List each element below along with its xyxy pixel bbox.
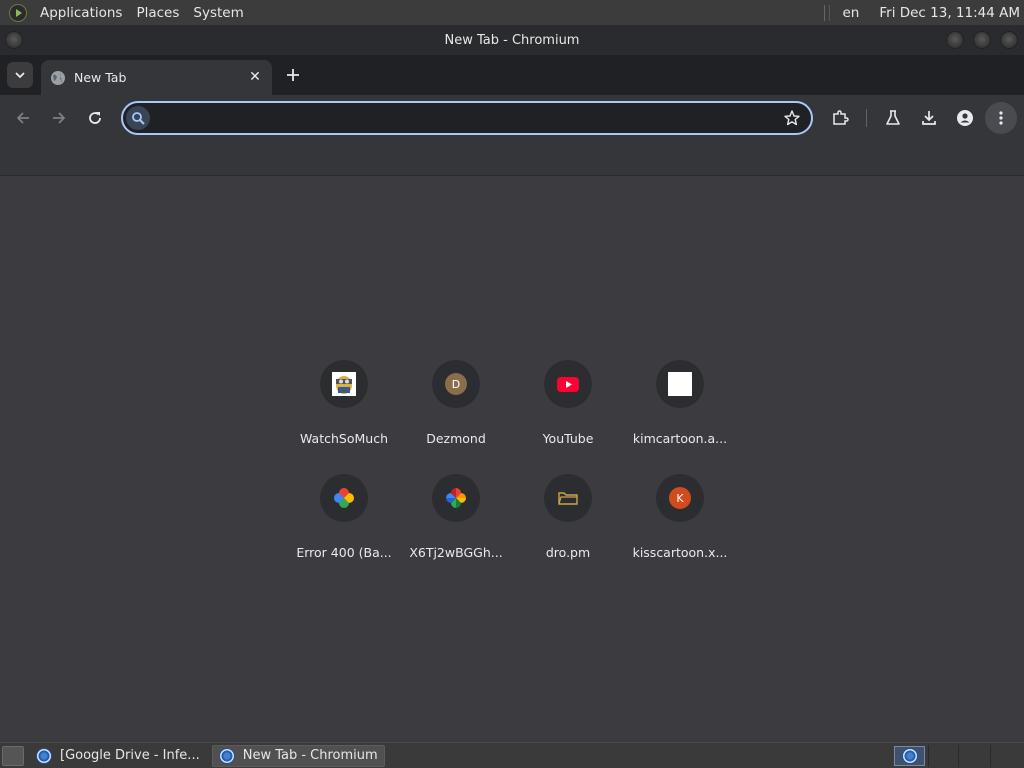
- tab-new-tab[interactable]: New Tab ✕: [41, 60, 272, 95]
- shortcut-tile[interactable]: dro.pm: [512, 474, 624, 586]
- shortcut-tile[interactable]: K kisscartoon.x...: [624, 474, 736, 586]
- window-menu-button[interactable]: [5, 31, 23, 49]
- downloads-button[interactable]: [913, 102, 945, 134]
- tray-separator: [928, 745, 929, 767]
- chromium-icon: [901, 748, 918, 764]
- download-icon: [922, 111, 936, 125]
- reload-icon: [89, 112, 101, 124]
- minimize-button[interactable]: [946, 31, 964, 49]
- workspace-switcher[interactable]: [894, 746, 925, 766]
- google-photos-icon: [334, 488, 354, 508]
- taskbar-item-label: [Google Drive - Infe...: [60, 748, 200, 763]
- show-desktop-button[interactable]: [2, 745, 24, 766]
- toolbar-divider: [866, 109, 867, 127]
- shortcut-tile[interactable]: D Dezmond: [400, 360, 512, 472]
- shortcut-label: Dezmond: [426, 431, 486, 446]
- labs-button[interactable]: [877, 102, 909, 134]
- taskbar-item-google-drive[interactable]: [Google Drive - Infe...: [30, 745, 206, 767]
- shortcut-tile[interactable]: WatchSoMuch: [288, 360, 400, 472]
- shortcut-tile[interactable]: Error 400 (Ba...: [288, 474, 400, 586]
- plus-icon: [287, 69, 299, 81]
- tray-separator: [990, 745, 991, 767]
- window-titlebar[interactable]: New Tab - Chromium: [0, 25, 1024, 55]
- forward-button[interactable]: [43, 102, 75, 134]
- menu-applications[interactable]: Applications: [33, 0, 129, 25]
- white-square-icon: [668, 372, 692, 396]
- letter-k-icon: K: [669, 487, 691, 509]
- close-tab-icon[interactable]: ✕: [247, 69, 263, 85]
- back-button[interactable]: [7, 102, 39, 134]
- shortcut-icon-circle: D: [432, 360, 480, 408]
- watchsomuch-icon: [332, 372, 356, 396]
- shortcut-icon-circle: [656, 360, 704, 408]
- profile-icon: [957, 110, 973, 126]
- tab-search-button[interactable]: [7, 62, 33, 88]
- dro-icon: [558, 492, 578, 505]
- youtube-icon: [557, 377, 579, 392]
- labs-flask-icon: [886, 110, 900, 125]
- reload-button[interactable]: [79, 102, 111, 134]
- shortcut-icon-circle: [544, 474, 592, 522]
- shortcut-grid: WatchSoMuch D Dezmond YouTube kimcartoon…: [288, 360, 736, 586]
- menu-places[interactable]: Places: [129, 0, 186, 25]
- tray-separator: [958, 745, 959, 767]
- taskbar-item-label: New Tab - Chromium: [242, 748, 378, 763]
- shortcut-label: X6Tj2wBGGh...: [409, 545, 503, 560]
- extensions-icon: [833, 110, 849, 125]
- shortcut-label: dro.pm: [545, 545, 591, 560]
- search-icon: [126, 106, 150, 130]
- clock[interactable]: Fri Dec 13, 11:44 AM: [879, 5, 1020, 21]
- window-title: New Tab - Chromium: [444, 32, 580, 48]
- shortcut-icon-circle: [320, 474, 368, 522]
- new-tab-button[interactable]: [281, 63, 305, 87]
- shortcut-label: YouTube: [542, 431, 594, 446]
- star-icon[interactable]: [783, 109, 801, 127]
- tab-title: New Tab: [74, 70, 127, 85]
- profile-button[interactable]: [949, 102, 981, 134]
- bookmarks-bar: [0, 141, 1024, 176]
- taskbar-item-new-tab[interactable]: New Tab - Chromium: [211, 744, 385, 767]
- shortcut-tile[interactable]: kimcartoon.a...: [624, 360, 736, 472]
- omnibox[interactable]: [121, 101, 813, 135]
- taskbar: [Google Drive - Infe... New Tab - Chromi…: [0, 742, 1024, 768]
- shortcut-tile[interactable]: YouTube: [512, 360, 624, 472]
- forward-icon: [53, 112, 66, 124]
- menu-system[interactable]: System: [186, 0, 250, 25]
- tab-strip: New Tab ✕: [0, 55, 1024, 95]
- shortcut-label: kimcartoon.a...: [632, 431, 728, 446]
- chromium-icon: [218, 747, 235, 764]
- shortcut-icon-circle: [544, 360, 592, 408]
- letter-d-icon: D: [445, 373, 467, 395]
- chromium-icon: [36, 747, 52, 764]
- shortcut-tile[interactable]: X6Tj2wBGGh...: [400, 474, 512, 586]
- panel-separator: [824, 4, 831, 21]
- omnibox-input[interactable]: [157, 107, 777, 129]
- shortcut-label: kisscartoon.x...: [632, 545, 728, 560]
- chevron-down-icon: [15, 72, 25, 79]
- globe-icon: [51, 70, 65, 85]
- shortcut-label: WatchSoMuch: [299, 431, 388, 446]
- google-photos-icon: [446, 488, 466, 508]
- maximize-button[interactable]: [973, 31, 991, 49]
- menu-dots-icon: [999, 111, 1003, 125]
- new-tab-page: WatchSoMuch D Dezmond YouTube kimcartoon…: [0, 176, 1024, 742]
- close-window-button[interactable]: [1000, 31, 1018, 49]
- back-icon: [16, 112, 29, 124]
- chrome-menu-button[interactable]: [985, 102, 1017, 134]
- shortcut-icon-circle: [320, 360, 368, 408]
- extensions-button[interactable]: [824, 102, 856, 134]
- toolbar: [0, 95, 1024, 141]
- top-panel: Applications Places System en Fri Dec 13…: [0, 0, 1024, 25]
- shortcut-label: Error 400 (Ba...: [296, 545, 392, 560]
- applications-logo-icon[interactable]: [9, 3, 27, 22]
- shortcut-icon-circle: [432, 474, 480, 522]
- keyboard-layout-indicator[interactable]: en: [842, 5, 859, 21]
- shortcut-icon-circle: K: [656, 474, 704, 522]
